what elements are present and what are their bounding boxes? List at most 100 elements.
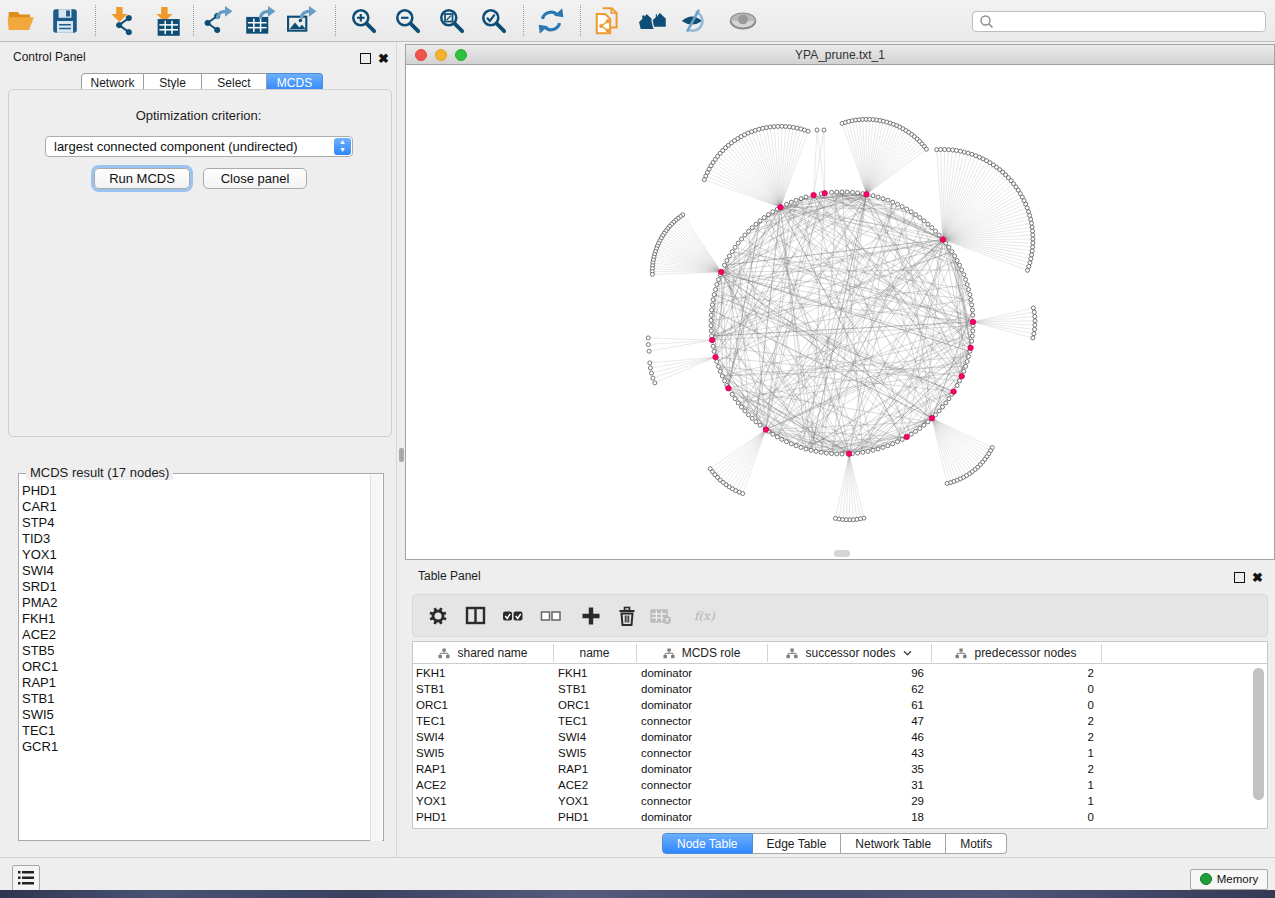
float-table-panel-icon[interactable] bbox=[1234, 572, 1245, 583]
mcds-result-item[interactable]: YOX1 bbox=[22, 547, 58, 563]
table-cell[interactable]: connector bbox=[641, 713, 767, 729]
table-cell[interactable]: SWI5 bbox=[416, 745, 553, 761]
mcds-result-item[interactable]: FKH1 bbox=[22, 611, 58, 627]
export-image-icon[interactable] bbox=[287, 6, 317, 36]
table-cell[interactable]: ORC1 bbox=[416, 697, 553, 713]
mcds-result-item[interactable]: TID3 bbox=[22, 531, 58, 547]
table-vscrollbar[interactable] bbox=[1253, 668, 1264, 800]
table-cell[interactable]: RAP1 bbox=[558, 761, 636, 777]
network-hscrollbar[interactable] bbox=[834, 550, 850, 557]
table-cell[interactable]: dominator bbox=[641, 697, 767, 713]
table-cell[interactable]: STB1 bbox=[558, 681, 636, 697]
table-cell[interactable]: dominator bbox=[641, 665, 767, 681]
mcds-result-item[interactable]: SWI4 bbox=[22, 563, 58, 579]
table-cell[interactable]: 0 bbox=[931, 681, 1094, 697]
table-cell[interactable]: FKH1 bbox=[558, 665, 636, 681]
close-panel-button[interactable]: Close panel bbox=[203, 168, 307, 189]
table-cell[interactable]: 43 bbox=[767, 745, 924, 761]
mcds-result-item[interactable]: SWI5 bbox=[22, 707, 58, 723]
table-cell[interactable]: TEC1 bbox=[558, 713, 636, 729]
mcds-result-item[interactable]: CAR1 bbox=[22, 499, 58, 515]
checkbox-on-icon[interactable] bbox=[502, 605, 524, 627]
table-cell[interactable]: ORC1 bbox=[558, 697, 636, 713]
table-cell[interactable]: RAP1 bbox=[416, 761, 553, 777]
task-history-button[interactable] bbox=[12, 865, 40, 891]
mcds-result-item[interactable]: TEC1 bbox=[22, 723, 58, 739]
table-cell[interactable]: ACE2 bbox=[558, 777, 636, 793]
copy-document-icon[interactable] bbox=[593, 6, 623, 36]
group-houses-icon[interactable] bbox=[638, 6, 668, 36]
search-input[interactable] bbox=[972, 11, 1266, 32]
table-cell[interactable]: 18 bbox=[767, 809, 924, 825]
save-icon[interactable] bbox=[50, 6, 80, 36]
checkbox-off-icon[interactable] bbox=[540, 605, 562, 627]
network-graph[interactable] bbox=[406, 66, 1274, 559]
table-cell[interactable]: 2 bbox=[931, 665, 1094, 681]
tab-node-table[interactable]: Node Table bbox=[662, 833, 753, 854]
table-cell[interactable]: 29 bbox=[767, 793, 924, 809]
mcds-result-item[interactable]: STB1 bbox=[22, 691, 58, 707]
table-cell[interactable]: 62 bbox=[767, 681, 924, 697]
mcds-result-item[interactable]: ORC1 bbox=[22, 659, 58, 675]
mcds-result-item[interactable]: GCR1 bbox=[22, 739, 58, 755]
table-cell[interactable]: FKH1 bbox=[416, 665, 553, 681]
column-separator[interactable] bbox=[1101, 644, 1102, 662]
mcds-result-item[interactable]: ACE2 bbox=[22, 627, 58, 643]
mcds-result-item[interactable]: PHD1 bbox=[22, 483, 58, 499]
export-network-icon[interactable] bbox=[203, 6, 233, 36]
table-cell[interactable]: dominator bbox=[641, 761, 767, 777]
mcds-result-item[interactable]: SRD1 bbox=[22, 579, 58, 595]
mcds-result-item[interactable]: STP4 bbox=[22, 515, 58, 531]
table-cell[interactable]: 47 bbox=[767, 713, 924, 729]
run-mcds-button[interactable]: Run MCDS bbox=[94, 168, 190, 189]
refresh-icon[interactable] bbox=[536, 6, 566, 36]
split-view-icon[interactable] bbox=[465, 605, 487, 627]
add-column-icon[interactable] bbox=[580, 605, 602, 627]
table-cell[interactable]: YOX1 bbox=[416, 793, 553, 809]
table-cell[interactable]: 2 bbox=[931, 729, 1094, 745]
table-cell[interactable]: SWI5 bbox=[558, 745, 636, 761]
table-cell[interactable]: connector bbox=[641, 745, 767, 761]
table-cell[interactable]: 31 bbox=[767, 777, 924, 793]
table-cell[interactable]: 96 bbox=[767, 665, 924, 681]
import-table-icon[interactable] bbox=[151, 6, 181, 36]
table-cell[interactable]: YOX1 bbox=[558, 793, 636, 809]
splitter-handle[interactable] bbox=[399, 448, 404, 462]
table-cell[interactable]: TEC1 bbox=[416, 713, 553, 729]
table-cell[interactable]: 2 bbox=[931, 761, 1094, 777]
hide-eye-icon[interactable] bbox=[678, 6, 708, 36]
table-cell[interactable]: connector bbox=[641, 777, 767, 793]
table-cell[interactable]: 46 bbox=[767, 729, 924, 745]
zoom-selected-icon[interactable] bbox=[479, 6, 509, 36]
export-table-icon[interactable] bbox=[246, 6, 276, 36]
table-cell[interactable]: 61 bbox=[767, 697, 924, 713]
column-header-name[interactable]: name bbox=[553, 642, 636, 664]
close-table-panel-icon[interactable]: ✖ bbox=[1252, 570, 1263, 585]
open-file-icon[interactable] bbox=[6, 6, 36, 36]
mcds-result-item[interactable]: STB5 bbox=[22, 643, 58, 659]
zoom-out-icon[interactable] bbox=[393, 6, 423, 36]
table-cell[interactable]: connector bbox=[641, 793, 767, 809]
table-cell[interactable]: 0 bbox=[931, 697, 1094, 713]
show-eye-icon[interactable] bbox=[728, 6, 758, 36]
optimization-criterion-dropdown[interactable]: largest connected component (undirected)… bbox=[45, 136, 353, 157]
column-header-shared-name[interactable]: shared name bbox=[413, 642, 553, 664]
column-header-successor-nodes[interactable]: successor nodes bbox=[767, 642, 931, 664]
table-cell[interactable]: 1 bbox=[931, 793, 1094, 809]
table-cell[interactable]: dominator bbox=[641, 729, 767, 745]
close-panel-icon[interactable]: ✖ bbox=[378, 51, 389, 66]
table-cell[interactable]: STB1 bbox=[416, 681, 553, 697]
table-cell[interactable]: ACE2 bbox=[416, 777, 553, 793]
table-cell[interactable]: 35 bbox=[767, 761, 924, 777]
tab-motifs[interactable]: Motifs bbox=[946, 833, 1007, 854]
table-cell[interactable]: PHD1 bbox=[558, 809, 636, 825]
table-cell[interactable]: dominator bbox=[641, 681, 767, 697]
table-cell[interactable]: 0 bbox=[931, 809, 1094, 825]
zoom-in-icon[interactable] bbox=[349, 6, 379, 36]
delete-trash-icon[interactable] bbox=[616, 605, 638, 627]
mcds-result-item[interactable]: PMA2 bbox=[22, 595, 58, 611]
import-network-icon[interactable] bbox=[106, 6, 136, 36]
zoom-fit-icon[interactable] bbox=[437, 6, 467, 36]
table-cell[interactable]: SWI4 bbox=[416, 729, 553, 745]
tab-network-table[interactable]: Network Table bbox=[841, 833, 946, 854]
